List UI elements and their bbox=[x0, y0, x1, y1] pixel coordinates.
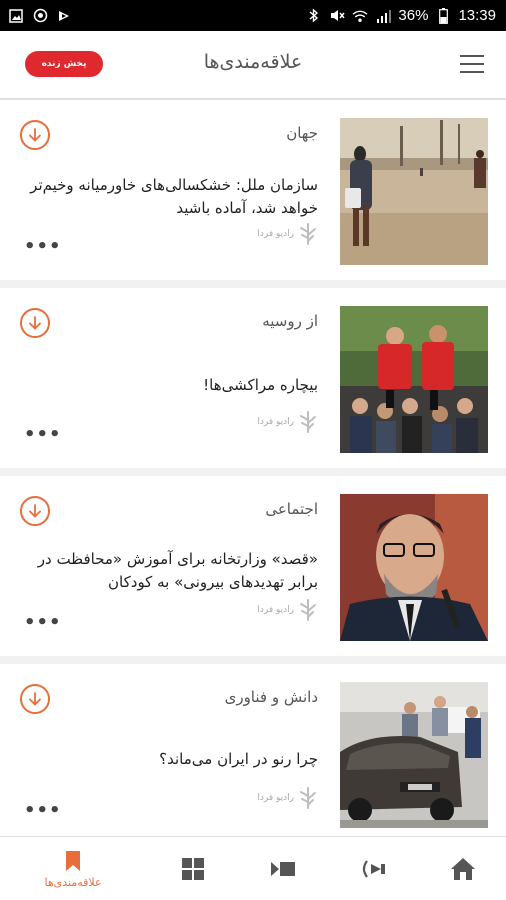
mute-icon bbox=[329, 8, 346, 24]
nav-item-video[interactable] bbox=[243, 837, 323, 900]
download-icon[interactable] bbox=[20, 308, 50, 338]
article-thumbnail[interactable] bbox=[340, 118, 488, 265]
bottom-navigation: علاقه‌مندی‌ها bbox=[0, 836, 506, 900]
hamburger-menu-icon[interactable] bbox=[460, 55, 484, 75]
app-bar: پخش زنده علاقه‌مندی‌ها bbox=[0, 31, 506, 99]
article-headline[interactable]: سازمان ملل: خشکسالی‌های خاورمیانه وخیم‌ت… bbox=[18, 174, 318, 220]
article-category: جهان bbox=[286, 124, 318, 142]
bookmark-icon bbox=[66, 850, 80, 871]
more-options-icon[interactable]: ••• bbox=[24, 612, 62, 633]
status-system: 36% 13:39 bbox=[306, 7, 496, 24]
article-headline[interactable]: بیچاره مراکشی‌ها! bbox=[18, 374, 318, 397]
wifi-icon bbox=[352, 8, 368, 24]
battery-percent: 36% bbox=[398, 7, 429, 24]
radio-farda-logo-icon bbox=[300, 599, 316, 621]
home-icon bbox=[451, 858, 475, 880]
article-card[interactable]: دانش و فناوری چرا رنو در ایران می‌ماند؟ … bbox=[0, 664, 506, 836]
nav-item-home[interactable] bbox=[423, 837, 503, 900]
article-headline[interactable]: چرا رنو در ایران می‌ماند؟ bbox=[18, 748, 318, 771]
battery-icon bbox=[435, 7, 451, 24]
radio-farda-logo-icon bbox=[300, 787, 316, 809]
grid-icon bbox=[182, 858, 204, 880]
article-source: رادیو فردا bbox=[257, 598, 318, 622]
article-source: رادیو فردا bbox=[257, 786, 318, 810]
more-options-icon[interactable]: ••• bbox=[24, 800, 62, 821]
radio-farda-logo-icon bbox=[300, 411, 316, 433]
article-card[interactable]: اجتماعی «قصد» وزارتخانه برای آموزش «محاف… bbox=[0, 476, 506, 656]
article-card[interactable]: از روسیه بیچاره مراکشی‌ها! رادیو فردا ••… bbox=[0, 288, 506, 468]
nav-item-favorites[interactable]: علاقه‌مندی‌ها bbox=[33, 837, 113, 900]
signal-icon bbox=[375, 8, 391, 24]
more-options-icon[interactable]: ••• bbox=[24, 424, 62, 445]
download-icon[interactable] bbox=[20, 120, 50, 150]
article-headline[interactable]: «قصد» وزارتخانه برای آموزش «محافظت در بر… bbox=[18, 548, 318, 594]
nav-item-radio[interactable] bbox=[333, 837, 413, 900]
live-stream-button[interactable]: پخش زنده bbox=[25, 51, 103, 77]
gallery-notification-icon bbox=[8, 8, 24, 24]
nav-label-favorites: علاقه‌مندی‌ها bbox=[44, 875, 102, 889]
source-label: رادیو فردا bbox=[257, 229, 294, 239]
article-category: از روسیه bbox=[262, 312, 318, 330]
source-label: رادیو فردا bbox=[257, 605, 294, 615]
article-category: دانش و فناوری bbox=[224, 688, 318, 706]
nav-item-categories[interactable] bbox=[153, 837, 233, 900]
article-card[interactable]: جهان سازمان ملل: خشکسالی‌های خاورمیانه و… bbox=[0, 100, 506, 280]
article-thumbnail[interactable] bbox=[340, 306, 488, 453]
article-thumbnail[interactable] bbox=[340, 682, 488, 828]
download-icon[interactable] bbox=[20, 684, 50, 714]
flag-notification-icon bbox=[56, 8, 72, 24]
record-notification-icon bbox=[32, 8, 48, 24]
radio-farda-logo-icon bbox=[300, 223, 316, 245]
article-category: اجتماعی bbox=[265, 500, 318, 518]
source-label: رادیو فردا bbox=[257, 417, 294, 427]
page-title: علاقه‌مندی‌ها bbox=[203, 51, 303, 73]
article-thumbnail[interactable] bbox=[340, 494, 488, 641]
source-label: رادیو فردا bbox=[257, 793, 294, 803]
download-icon[interactable] bbox=[20, 496, 50, 526]
app-root: 36% 13:39 پخش زنده علاقه‌مندی‌ها bbox=[0, 0, 506, 900]
video-icon bbox=[271, 862, 295, 876]
more-options-icon[interactable]: ••• bbox=[24, 236, 62, 257]
clock: 13:39 bbox=[458, 7, 496, 24]
article-source: رادیو فردا bbox=[257, 222, 318, 246]
status-bar: 36% 13:39 bbox=[0, 0, 506, 31]
article-source: رادیو فردا bbox=[257, 410, 318, 434]
bluetooth-icon bbox=[306, 8, 322, 24]
radio-live-icon bbox=[362, 860, 385, 878]
status-notifications bbox=[8, 8, 72, 24]
